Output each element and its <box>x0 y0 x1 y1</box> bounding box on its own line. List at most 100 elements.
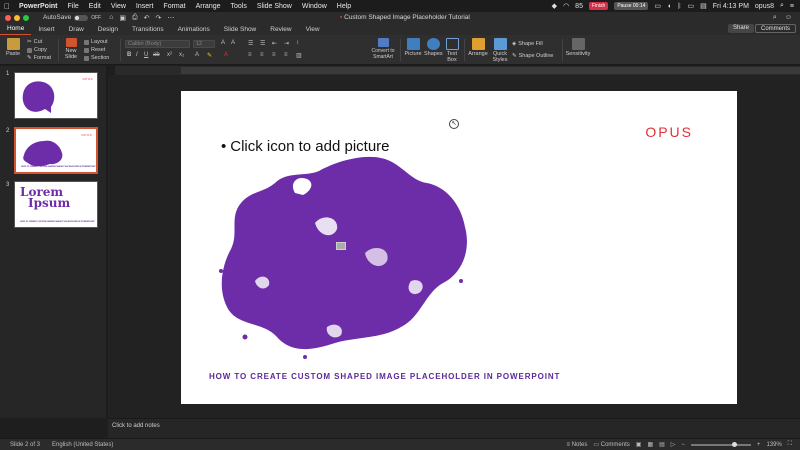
tab-home[interactable]: Home <box>0 25 32 35</box>
autosave-control[interactable]: AutoSave OFF <box>43 14 101 21</box>
format-painter-button[interactable]: ✎ Format <box>27 55 51 61</box>
control-center-icon[interactable]: ≡ <box>790 3 794 10</box>
more-icon[interactable]: ⋯ <box>167 14 174 22</box>
tab-design[interactable]: Design <box>91 26 125 35</box>
paste-button[interactable]: Paste <box>4 38 22 57</box>
font-size-dropdown[interactable]: 12 <box>193 40 215 48</box>
pause-recording-pill[interactable]: Pause 00:14 <box>614 2 649 10</box>
tab-view[interactable]: View <box>299 26 327 35</box>
menu-window[interactable]: Window <box>297 3 332 10</box>
zoom-in-icon[interactable]: + <box>757 442 761 448</box>
numbering-icon[interactable]: ☰ <box>260 40 265 47</box>
zoom-slider[interactable] <box>690 441 751 447</box>
tab-animations[interactable]: Animations <box>171 26 217 35</box>
undo-icon[interactable]: ↶ <box>144 14 150 22</box>
columns-icon[interactable]: ▥ <box>296 52 302 59</box>
zoom-level[interactable]: 139% <box>766 442 781 448</box>
font-name-dropdown[interactable]: Calibri (Body) <box>125 40 190 48</box>
tab-insert[interactable]: Insert <box>31 26 61 35</box>
arrange-button[interactable]: Arrange <box>468 38 488 57</box>
text-box-button[interactable]: Text Box <box>444 38 460 63</box>
zoom-window-icon[interactable] <box>23 14 29 21</box>
comments-toggle[interactable]: ▭ Comments <box>593 441 629 448</box>
close-window-icon[interactable] <box>5 14 11 21</box>
slide-thumbnail-3[interactable]: Lorem Ipsum HOW TO CREATE CUSTOM SHAPED … <box>14 181 98 228</box>
minimize-window-icon[interactable] <box>14 14 20 21</box>
menu-tools[interactable]: Tools <box>226 3 252 10</box>
slideshow-view-icon[interactable]: ▷ <box>671 441 676 448</box>
comments-button[interactable]: Comments <box>754 24 796 33</box>
new-slide-button[interactable]: New Slide <box>62 38 80 60</box>
wifi-status-icon[interactable]: ◠ <box>563 2 569 10</box>
menu-file[interactable]: File <box>63 3 84 10</box>
screen-icon[interactable]: ▭ <box>654 2 661 10</box>
menu-app-name[interactable]: PowerPoint <box>14 3 63 10</box>
layout-button[interactable]: Layout <box>84 39 108 45</box>
bluetooth-icon[interactable]: ᛒ <box>677 3 681 10</box>
volume-icon[interactable]: ◖ <box>667 3 671 10</box>
redo-icon[interactable]: ↷ <box>156 14 162 22</box>
menu-arrange[interactable]: Arrange <box>191 3 226 10</box>
menu-view[interactable]: View <box>106 3 131 10</box>
menu-edit[interactable]: Edit <box>84 3 106 10</box>
align-left-icon[interactable]: ≡ <box>248 52 252 58</box>
insert-picture-icon[interactable] <box>336 242 346 250</box>
search-icon[interactable]: ⌕ <box>780 2 784 10</box>
superscript-icon[interactable]: x² <box>167 52 172 58</box>
quick-styles-button[interactable]: Quick Styles <box>491 38 509 63</box>
bold-icon[interactable]: B <box>127 52 131 58</box>
decrease-indent-icon[interactable]: ⇤ <box>272 40 277 47</box>
dropbox-icon[interactable]: ◆ <box>552 2 557 10</box>
cut-button[interactable]: ✂ Cut <box>27 39 42 45</box>
copy-button[interactable]: Copy <box>27 47 47 53</box>
shapes-button[interactable]: Shapes <box>424 38 443 57</box>
battery-icon[interactable]: ▭ <box>687 2 694 10</box>
tab-slide-show[interactable]: Slide Show <box>217 26 264 35</box>
reset-button[interactable]: Reset <box>84 47 105 53</box>
home-icon[interactable]: ⌂ <box>109 14 113 22</box>
justify-icon[interactable]: ≡ <box>284 52 288 58</box>
italic-icon[interactable]: I <box>136 52 138 58</box>
font-color-icon[interactable]: A <box>224 52 228 58</box>
convert-smartart-button[interactable]: Convert to SmartArt <box>366 38 400 60</box>
grow-font-icon[interactable]: A <box>221 40 225 46</box>
notes-pane[interactable]: Click to add notes <box>108 418 800 438</box>
share-button[interactable]: Share <box>727 24 754 33</box>
picture-placeholder-text[interactable]: • Click icon to add picture <box>221 138 390 155</box>
menu-insert[interactable]: Insert <box>131 3 159 10</box>
slide-caption[interactable]: HOW TO CREATE CUSTOM SHAPED IMAGE PLACEH… <box>209 372 560 381</box>
reading-view-icon[interactable]: ▤ <box>659 441 665 448</box>
shape-fill-button[interactable]: ◈ Shape Fill <box>512 41 543 47</box>
apple-icon[interactable]:  <box>0 2 14 11</box>
slide-thumbnail-1[interactable]: OPUS <box>14 72 98 119</box>
notes-toggle[interactable]: ≡ Notes <box>567 442 588 448</box>
align-right-icon[interactable]: ≡ <box>272 52 276 58</box>
picture-button[interactable]: Picture <box>404 38 422 57</box>
flag-icon[interactable]: ▤ <box>700 2 707 10</box>
text-highlight-icon[interactable]: ✎ <box>207 52 212 59</box>
line-spacing-icon[interactable]: ↕ <box>296 40 299 46</box>
underline-icon[interactable]: U <box>144 52 148 58</box>
tab-review[interactable]: Review <box>263 26 298 35</box>
shape-outline-button[interactable]: ✎ Shape Outline <box>512 53 553 59</box>
increase-indent-icon[interactable]: ⇥ <box>284 40 289 47</box>
menu-help[interactable]: Help <box>332 3 356 10</box>
search-document-icon[interactable]: ⌕ <box>773 14 777 22</box>
clock[interactable]: Fri 4:13 PM <box>713 3 749 10</box>
tab-transitions[interactable]: Transitions <box>125 26 171 35</box>
save-icon[interactable]: ▣ <box>119 14 126 22</box>
zoom-out-icon[interactable]: − <box>681 442 685 448</box>
subscript-icon[interactable]: x₂ <box>179 52 184 58</box>
tab-draw[interactable]: Draw <box>62 26 91 35</box>
bullets-icon[interactable]: ☰ <box>248 40 253 47</box>
clear-formatting-icon[interactable]: A <box>195 52 199 58</box>
finish-recording-pill[interactable]: Finish <box>588 2 609 10</box>
slide-thumbnail-2[interactable]: OPUS HOW TO CREATE CUSTOM SHAPED IMAGE P… <box>14 127 98 174</box>
user-name[interactable]: opus8 <box>755 3 774 10</box>
menu-slide-show[interactable]: Slide Show <box>252 3 297 10</box>
shrink-font-icon[interactable]: A <box>231 40 235 46</box>
print-icon[interactable]: ⎙ <box>132 14 138 22</box>
fit-slide-icon[interactable]: ⛶ <box>788 441 792 448</box>
autosave-toggle[interactable] <box>74 14 89 21</box>
normal-view-icon[interactable]: ▣ <box>636 441 642 448</box>
